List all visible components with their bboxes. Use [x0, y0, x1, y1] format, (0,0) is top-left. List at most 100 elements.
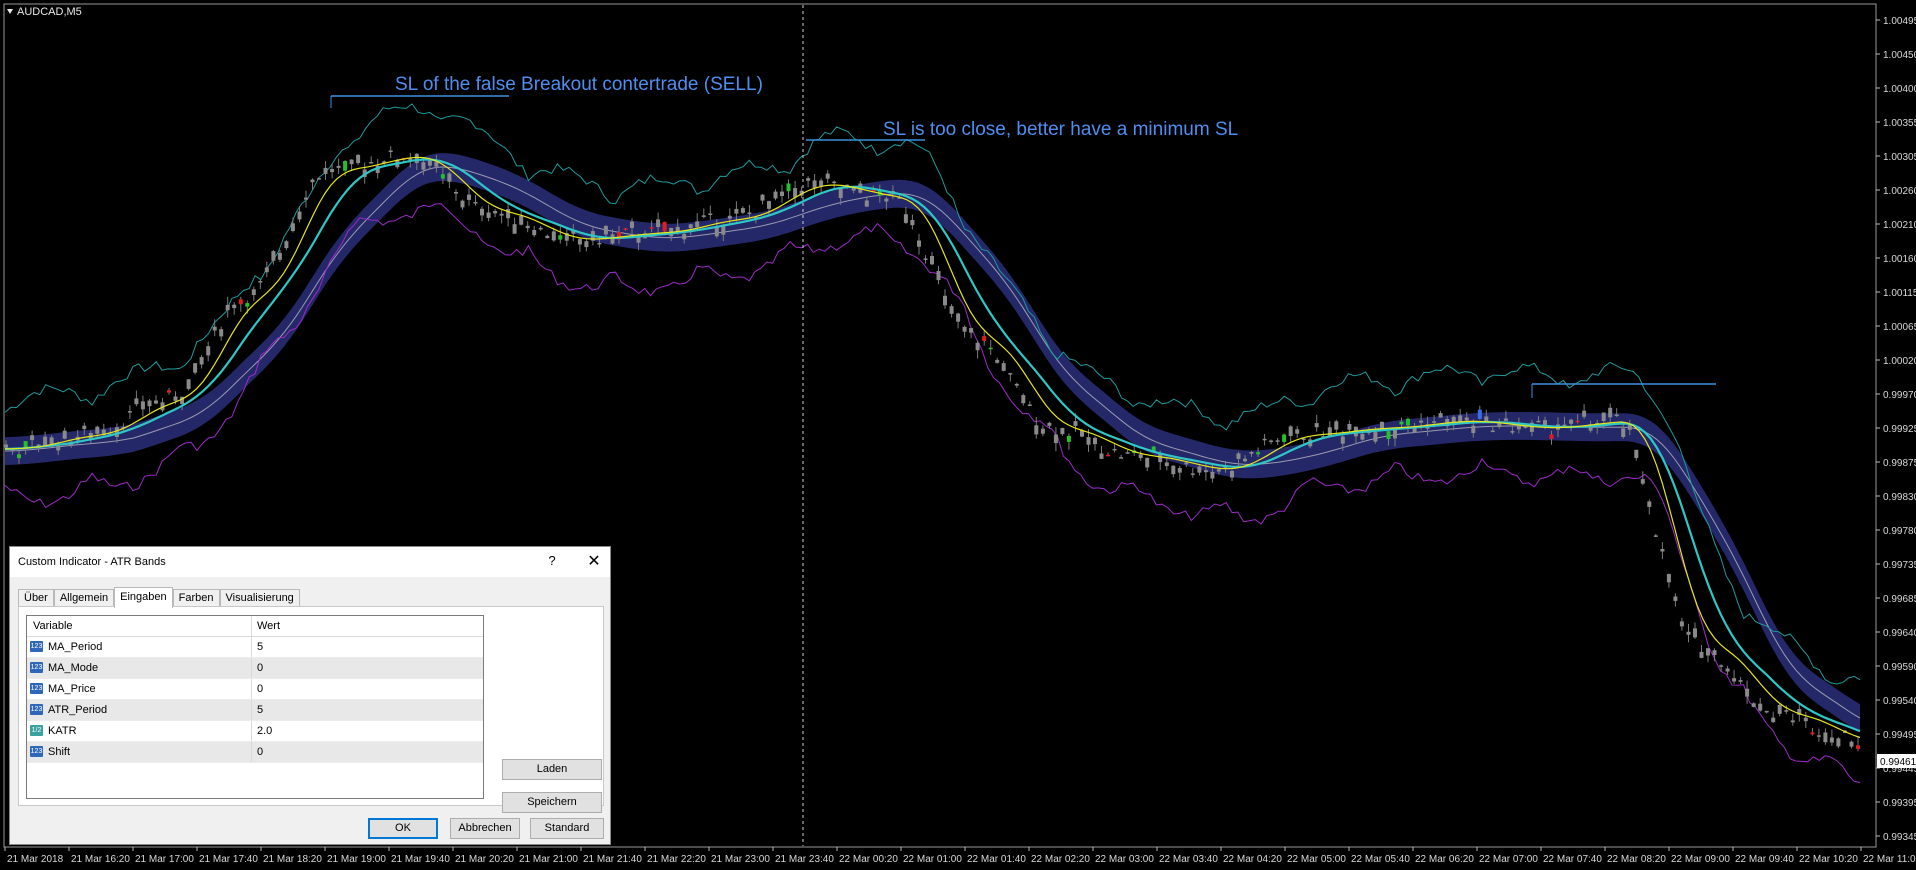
candle-body — [1771, 717, 1776, 723]
column-divider — [251, 700, 252, 720]
integer-icon: 123 — [30, 746, 43, 757]
time-tick-label: 21 Mar 23:40 — [775, 854, 834, 865]
row-value[interactable]: 0 — [257, 746, 263, 758]
candle-body — [421, 162, 426, 170]
inputs-table[interactable]: Variable Wert 123 MA_Period 5 123 MA_Mod… — [26, 615, 484, 799]
candle-body — [186, 379, 191, 389]
candle-body — [486, 212, 491, 218]
candle-body — [832, 181, 837, 184]
time-tick-label: 22 Mar 01:00 — [903, 854, 962, 865]
custom-indicator-dialog[interactable]: Custom Indicator - ATR Bands ? ✕ Über Al… — [9, 546, 611, 845]
candle-body — [167, 390, 171, 393]
candle-body — [1027, 404, 1032, 406]
candle-body — [1112, 448, 1117, 451]
candle-body — [1106, 454, 1111, 457]
close-icon[interactable]: ✕ — [584, 551, 604, 571]
time-tick-label: 22 Mar 00:20 — [839, 854, 898, 865]
ok-button[interactable]: OK — [368, 818, 438, 839]
candle-body — [304, 197, 308, 200]
candle-body — [369, 162, 374, 164]
candle-body — [1758, 703, 1763, 711]
table-row[interactable]: 123 ATR_Period 5 — [27, 700, 483, 721]
candle-body — [232, 304, 237, 309]
price-tick-label: 0.99495 — [1883, 730, 1916, 741]
candle-body — [551, 231, 556, 241]
candle-body — [499, 213, 504, 216]
price-tick-label: 0.99970 — [1883, 390, 1916, 401]
price-tick-label: 0.99925 — [1883, 424, 1916, 435]
candle-body — [1314, 423, 1319, 428]
table-row[interactable]: 1/2 KATR 2.0 — [27, 721, 483, 742]
candle-body — [480, 208, 484, 216]
column-wert[interactable]: Wert — [257, 620, 280, 632]
candle-body — [1386, 431, 1391, 439]
candle-body — [903, 214, 908, 223]
time-tick-label: 21 Mar 22:20 — [647, 854, 706, 865]
candle-body — [290, 223, 295, 231]
candle-body — [982, 336, 987, 341]
candle-body — [1053, 434, 1058, 444]
tab-eingaben[interactable]: Eingaben — [114, 587, 173, 608]
price-tick-label: 1.00115 — [1883, 288, 1916, 299]
price-tick-label: 0.99640 — [1883, 628, 1916, 639]
default-button[interactable]: Standard — [530, 818, 604, 839]
candle-body — [199, 357, 204, 365]
candle-body — [30, 435, 35, 441]
tab-farben[interactable]: Farben — [172, 589, 220, 607]
candle-body — [1184, 462, 1189, 465]
table-row[interactable]: 123 MA_Period 5 — [27, 637, 483, 658]
tab-ueber[interactable]: Über — [18, 589, 54, 607]
candle-body — [225, 304, 230, 311]
candle-body — [1660, 549, 1665, 552]
time-tick-label: 21 Mar 16:20 — [71, 854, 130, 865]
candle-body — [1464, 417, 1469, 421]
row-variable: Shift — [48, 746, 71, 758]
candle-body — [1014, 383, 1019, 386]
column-variable[interactable]: Variable — [33, 620, 73, 632]
price-tick-label: 0.99685 — [1883, 594, 1916, 605]
row-value[interactable]: 5 — [257, 641, 263, 653]
row-value[interactable]: 5 — [257, 704, 263, 716]
candle-body — [330, 169, 335, 173]
dialog-title: Custom Indicator - ATR Bands — [18, 556, 166, 568]
row-value[interactable]: 2.0 — [257, 725, 272, 737]
candle-body — [219, 329, 224, 337]
candle-body — [525, 225, 530, 229]
candle-body — [56, 445, 61, 451]
candle-body — [1614, 414, 1619, 416]
candle-body — [1823, 732, 1828, 743]
candle-body — [173, 396, 178, 401]
help-icon[interactable]: ? — [542, 553, 562, 568]
table-row[interactable]: 123 MA_Price 0 — [27, 679, 483, 700]
row-value[interactable]: 0 — [257, 662, 263, 674]
tab-visualisierung[interactable]: Visualisierung — [219, 589, 300, 607]
load-button[interactable]: Laden — [502, 759, 602, 780]
table-row[interactable]: 123 Shift 0 — [27, 742, 483, 763]
candle-body — [1040, 428, 1045, 434]
table-row[interactable]: 123 MA_Mode 0 — [27, 658, 483, 679]
candle-body — [17, 454, 21, 459]
candle-body — [949, 306, 954, 314]
candle-body — [1093, 437, 1097, 445]
candle-body — [975, 342, 980, 351]
candle-body — [545, 235, 550, 239]
candle-body — [1601, 412, 1606, 421]
row-value[interactable]: 0 — [257, 683, 263, 695]
time-tick-label: 21 Mar 17:00 — [135, 854, 194, 865]
candle-body — [1810, 732, 1815, 735]
candle-body — [538, 227, 543, 230]
candle-body — [127, 411, 132, 413]
candle-body — [558, 235, 563, 240]
dialog-tabs: Über Allgemein Eingaben Farben Visualisi… — [18, 587, 300, 608]
candle-body — [708, 213, 713, 215]
save-button[interactable]: Speichern — [502, 792, 602, 813]
tab-allgemein[interactable]: Allgemein — [53, 589, 115, 607]
cancel-button[interactable]: Abbrechen — [450, 818, 520, 839]
price-tick-label: 1.00400 — [1883, 84, 1916, 95]
candle-body — [1503, 418, 1508, 421]
candle-body — [1679, 621, 1684, 627]
time-tick-label: 21 Mar 19:40 — [391, 854, 450, 865]
dialog-title-bar[interactable]: Custom Indicator - ATR Bands ? ✕ — [10, 547, 610, 577]
candle-body — [1295, 429, 1300, 434]
candle-body — [519, 215, 524, 225]
